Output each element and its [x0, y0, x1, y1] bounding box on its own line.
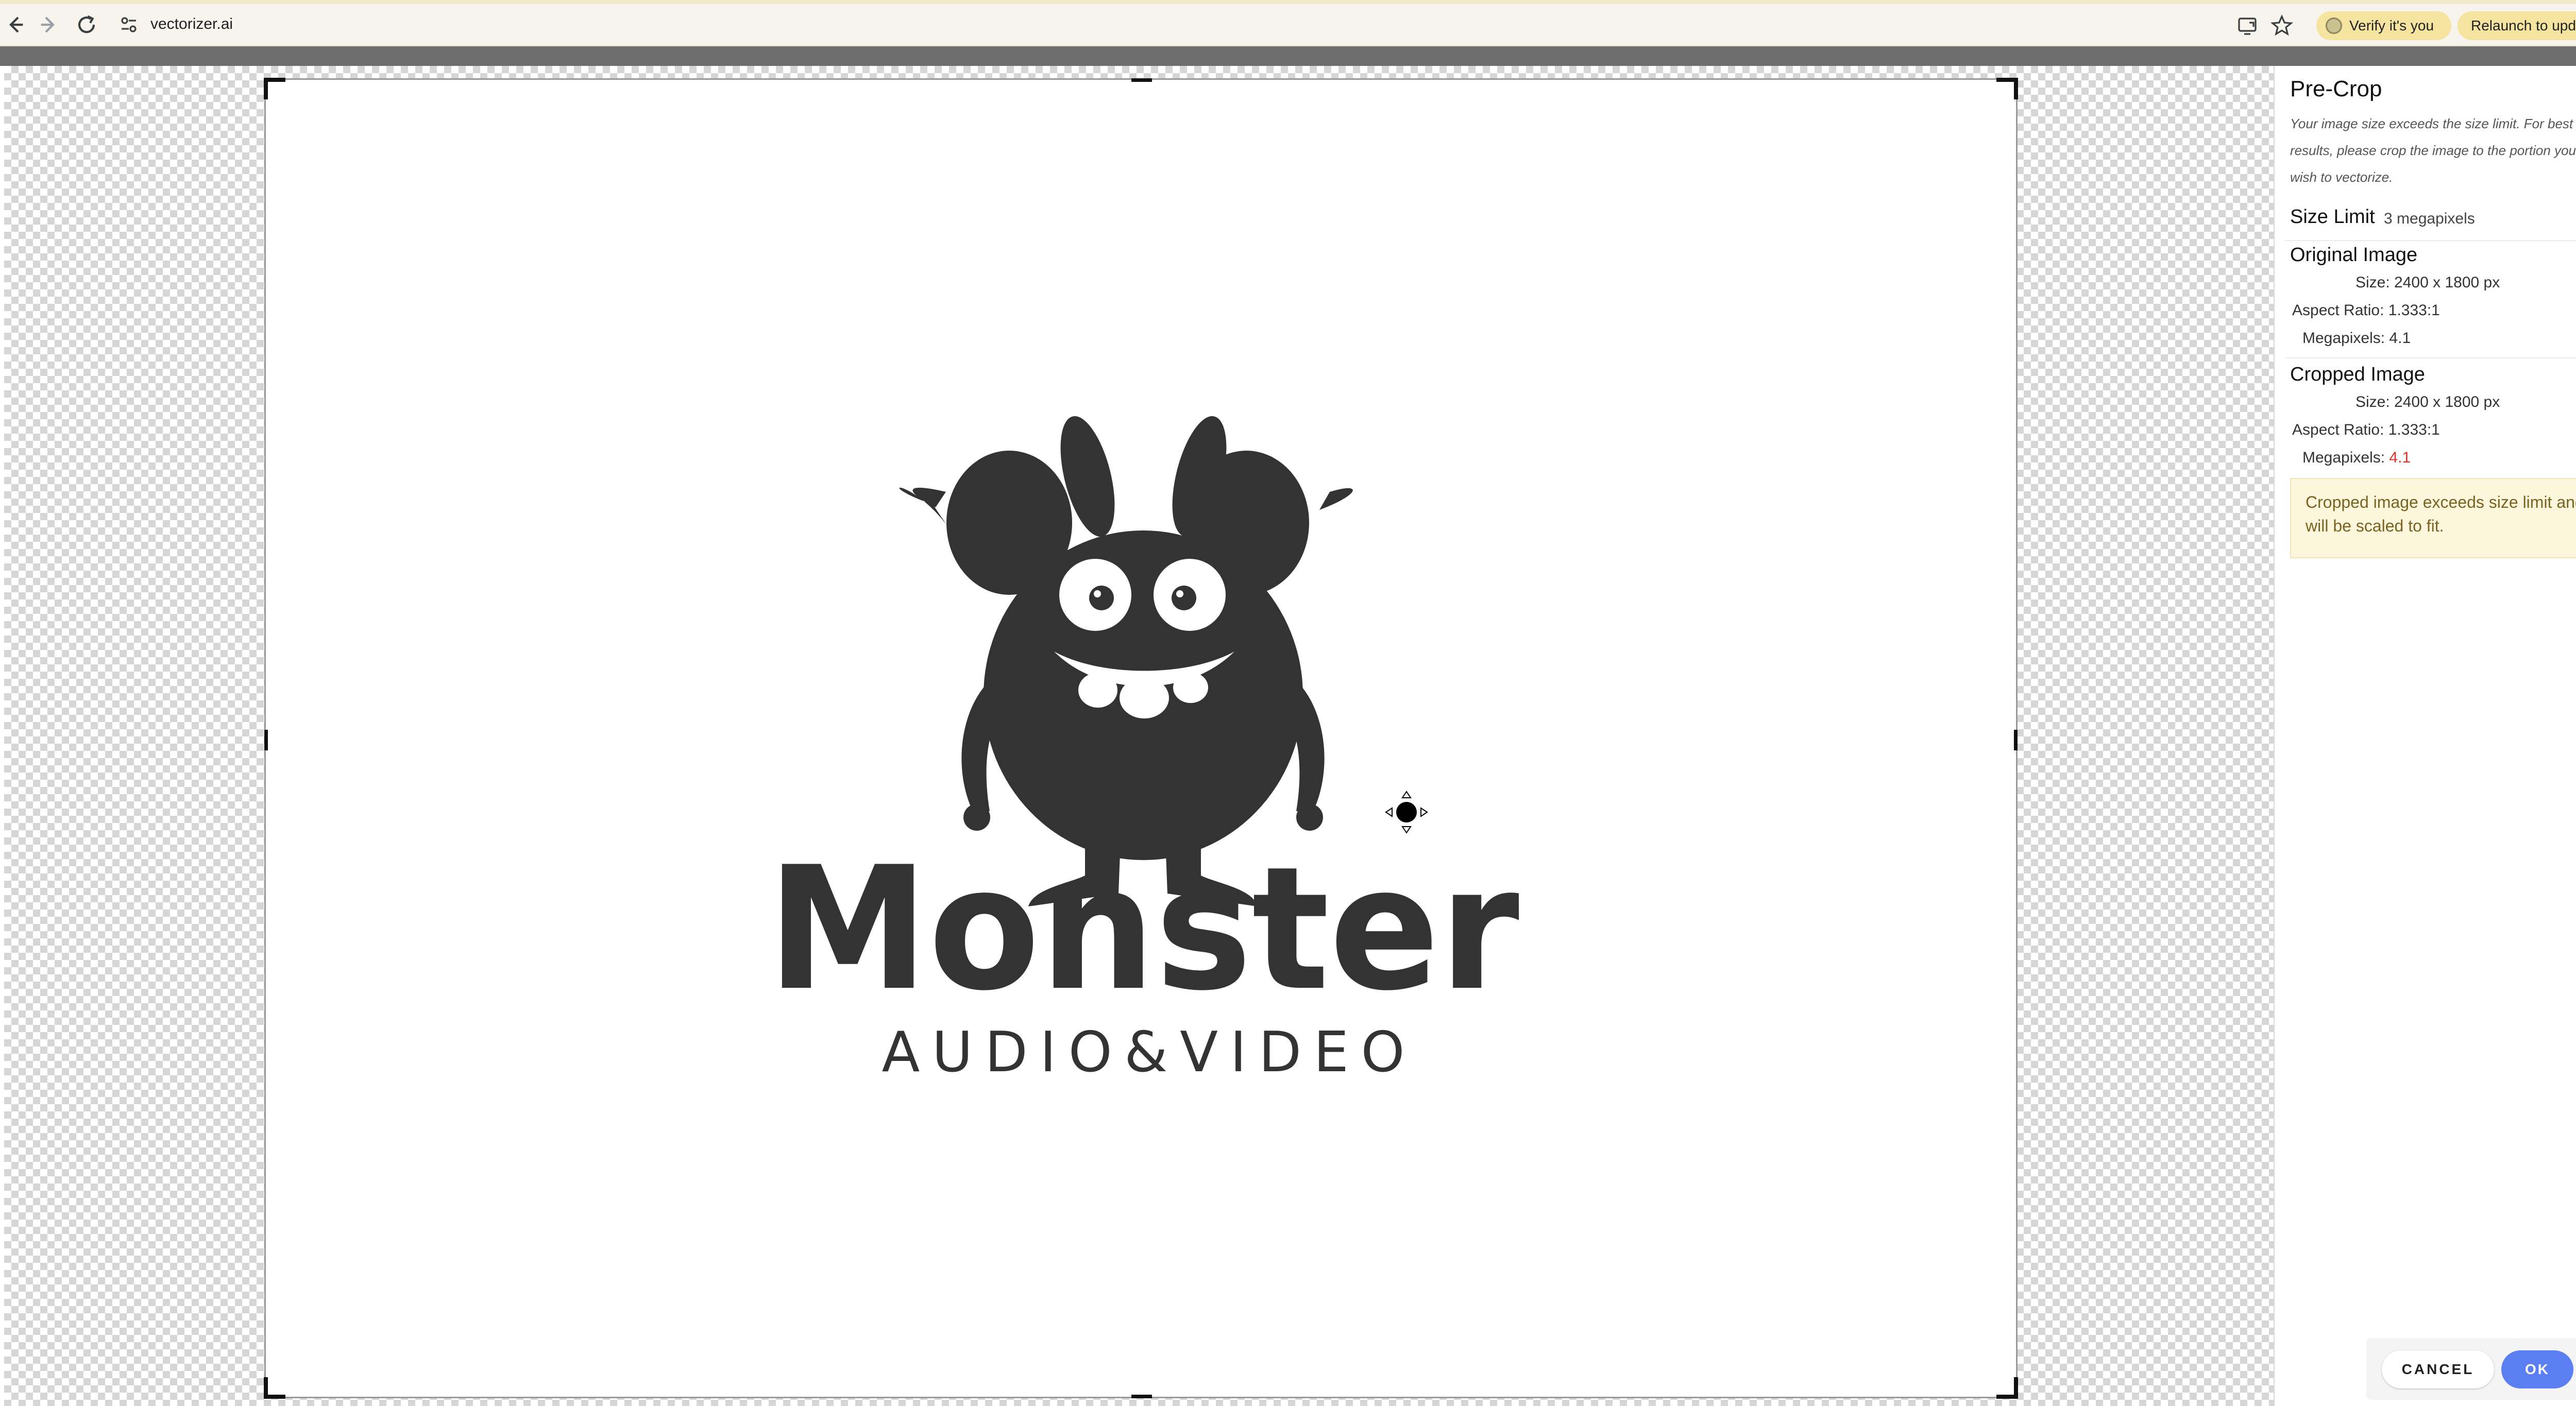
- crop-handle-left[interactable]: [264, 730, 268, 750]
- crop-workspace[interactable]: Monster AUDIO&VIDEO: [4, 66, 2274, 1406]
- profile-icon: [2326, 18, 2342, 34]
- original-aspect-value: 1.333:1: [2388, 302, 2440, 319]
- crop-handle-bottom[interactable]: [1131, 1395, 1152, 1398]
- back-icon[interactable]: [0, 10, 29, 39]
- original-size: Size: 2400 x 1800 px: [2355, 274, 2500, 292]
- original-size-value: 2400 x 1800 px: [2394, 274, 2500, 291]
- relaunch-label: Relaunch to update: [2471, 18, 2576, 33]
- crop-handle-right[interactable]: [2014, 730, 2018, 750]
- original-aspect-label: Aspect Ratio:: [2292, 302, 2384, 319]
- page-top-bar: [0, 46, 2576, 66]
- cropped-mp-label: Megapixels:: [2302, 449, 2385, 466]
- cancel-button[interactable]: CANCEL: [2382, 1350, 2494, 1388]
- cropped-aspect-label: Aspect Ratio:: [2292, 421, 2384, 438]
- verify-identity-button[interactable]: Verify it's you: [2316, 11, 2451, 40]
- cropped-aspect-value: 1.333:1: [2388, 421, 2440, 438]
- crop-handle-top[interactable]: [1131, 78, 1152, 82]
- pre-crop-panel: × Pre-Crop Your image size exceeds the s…: [2274, 66, 2576, 1406]
- relaunch-update-button[interactable]: Relaunch to update ⋮: [2458, 11, 2576, 40]
- cropped-mp-value: 4.1: [2389, 449, 2411, 466]
- crop-handle-top-left[interactable]: [264, 78, 285, 99]
- original-image-title: Original Image: [2290, 244, 2418, 266]
- cropped-aspect: Aspect Ratio: 1.333:1: [2292, 421, 2440, 439]
- panel-description: Your image size exceeds the size limit. …: [2290, 116, 2576, 185]
- logo-tagline: AUDIO&VIDEO: [882, 1020, 1405, 1085]
- divider: [2285, 357, 2576, 358]
- size-limit-value: 3 megapixels: [2384, 210, 2475, 227]
- dialog-actions: CANCEL OK: [2366, 1338, 2576, 1400]
- logo-wordmark: Monster: [767, 830, 1520, 1028]
- original-size-label: Size:: [2355, 274, 2390, 291]
- panel-title: Pre-Crop: [2290, 76, 2382, 101]
- size-warning-alert: Cropped image exceeds size limit and wil…: [2290, 478, 2576, 558]
- crop-move-handle[interactable]: [1385, 791, 1428, 834]
- install-icon[interactable]: [2236, 13, 2261, 38]
- crop-handle-bottom-right[interactable]: [1996, 1377, 2018, 1399]
- crop-handle-bottom-left[interactable]: [264, 1377, 285, 1399]
- original-mp-value: 4.1: [2389, 330, 2411, 347]
- cropped-size-label: Size:: [2355, 393, 2390, 410]
- site-info-icon[interactable]: [116, 12, 141, 37]
- address-bar-url[interactable]: vectorizer.ai: [150, 15, 233, 33]
- ok-button[interactable]: OK: [2501, 1350, 2573, 1388]
- forward-icon[interactable]: [35, 10, 64, 39]
- original-megapixels: Megapixels: 4.1: [2302, 330, 2411, 347]
- cropped-size-value: 2400 x 1800 px: [2394, 393, 2500, 410]
- cropped-image-title: Cropped Image: [2290, 364, 2425, 385]
- crop-image-area[interactable]: Monster AUDIO&VIDEO: [264, 78, 2018, 1399]
- cropped-size: Size: 2400 x 1800 px: [2355, 393, 2500, 411]
- original-aspect: Aspect Ratio: 1.333:1: [2292, 302, 2440, 319]
- divider: [2285, 240, 2576, 241]
- monster-logo: Monster AUDIO&VIDEO: [767, 416, 1520, 1085]
- verify-label: Verify it's you: [2349, 18, 2434, 33]
- cropped-megapixels: Megapixels: 4.1: [2302, 449, 2411, 467]
- reload-icon[interactable]: [72, 10, 101, 39]
- browser-toolbar: vectorizer.ai Verify it's you Relaunch t…: [0, 4, 2576, 46]
- crop-handle-top-right[interactable]: [1996, 78, 2018, 99]
- browser-top-strip: [0, 0, 2576, 4]
- original-mp-label: Megapixels:: [2302, 330, 2385, 347]
- size-limit-label: Size Limit: [2290, 206, 2375, 228]
- bookmark-star-icon[interactable]: [2269, 13, 2294, 38]
